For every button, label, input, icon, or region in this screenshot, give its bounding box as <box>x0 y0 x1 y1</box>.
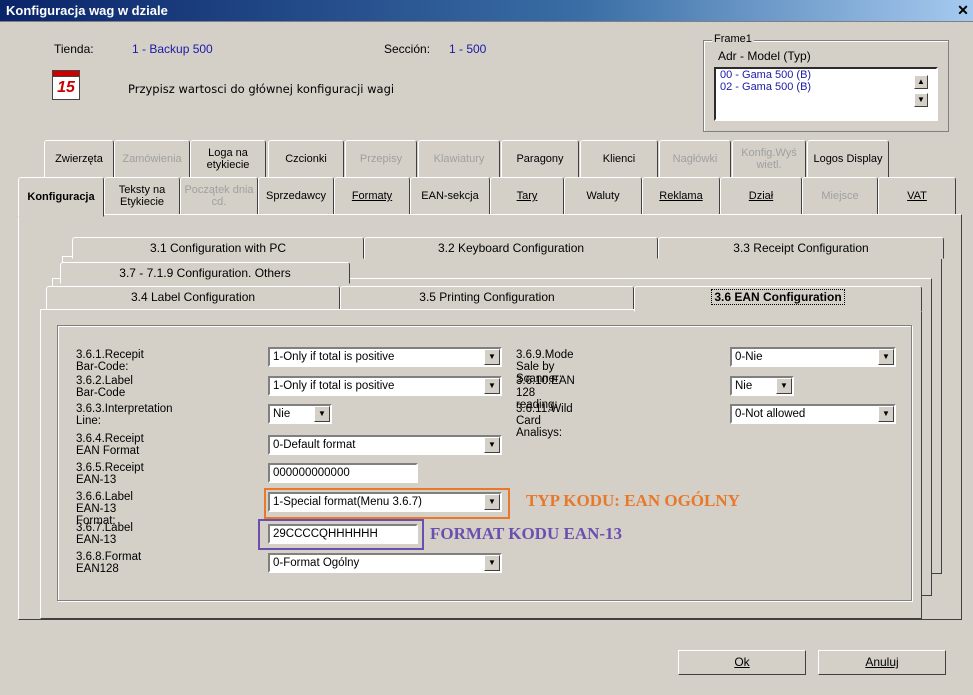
label-3-6-8: 3.6.8.Format EAN128 <box>76 551 142 575</box>
list-item[interactable]: 00 - Gama 500 (B) <box>716 69 936 81</box>
list-item[interactable]: 02 - Gama 500 (B) <box>716 81 936 93</box>
label-3-6-7: 3.6.7.Label EAN-13 <box>76 522 133 546</box>
tab-formaty[interactable]: Formaty <box>334 177 410 215</box>
seccion-value: 1 - 500 <box>449 42 487 56</box>
window-title: Konfiguracja wag w dziale <box>6 3 168 18</box>
tab-tary[interactable]: Tary <box>490 177 564 215</box>
tab-przepisy[interactable]: Przepisy <box>345 140 417 178</box>
tab-konfig-wyswietl[interactable]: Konfig.Wyś wietl. <box>732 140 806 178</box>
subtab-3-3[interactable]: 3.3 Receipt Configuration <box>658 237 944 259</box>
label-3-6-1: 3.6.1.Recepit Bar-Code: <box>76 349 144 373</box>
receipt-ean13-input[interactable]: 000000000000 <box>268 463 418 483</box>
tab-zwierzeta[interactable]: Zwierzęta <box>44 140 114 178</box>
interpretation-line-select[interactable]: Nie ▼ <box>268 404 332 424</box>
tab-ean-sekcja[interactable]: EAN-sekcja <box>410 177 490 215</box>
subtab-3-4[interactable]: 3.4 Label Configuration <box>46 286 340 310</box>
tab-zamowienia[interactable]: Zamówienia <box>114 140 190 178</box>
chevron-down-icon: ▼ <box>878 406 894 422</box>
window-titlebar: Konfiguracja wag w dziale ✕ <box>0 0 973 22</box>
tab-konfiguracja[interactable]: Konfiguracja <box>18 177 104 217</box>
mode-sale-scanner-select[interactable]: 0-Nie ▼ <box>730 347 896 367</box>
frame1-group: Frame1 Adr - Model (Typ) 00 - Gama 500 (… <box>703 33 949 132</box>
chevron-down-icon: ▼ <box>484 437 500 453</box>
scroll-up-icon[interactable]: ▲ <box>914 75 928 89</box>
chevron-down-icon: ▼ <box>484 555 500 571</box>
chevron-down-icon: ▼ <box>878 349 894 365</box>
tab-naglowki[interactable]: Nagłówki <box>659 140 731 178</box>
chevron-down-icon: ▼ <box>484 378 500 394</box>
receipt-ean-format-select[interactable]: 0-Default format ▼ <box>268 435 502 455</box>
close-icon[interactable]: ✕ <box>955 3 971 17</box>
tab-czcionki[interactable]: Czcionki <box>268 140 344 178</box>
chevron-down-icon: ▼ <box>776 378 792 394</box>
highlight-purple-box <box>258 519 424 550</box>
ok-button[interactable]: Ok <box>678 650 806 675</box>
label-3-6-11: 3.6.11.Wild Card Analisys: <box>516 403 573 439</box>
tab-klawiatury[interactable]: Klawiatury <box>418 140 500 178</box>
frame1-legend: Frame1 <box>712 33 754 45</box>
tab-reklama[interactable]: Reklama <box>642 177 720 215</box>
subtab-3-1[interactable]: 3.1 Configuration with PC <box>72 237 364 259</box>
tab-loga-na-etykiecie[interactable]: Loga na etykiecie <box>190 140 266 178</box>
annotation-typ-kodu: TYP KODU: EAN OGÓLNY <box>526 491 740 510</box>
subtab-3-7[interactable]: 3.7 - 7.1.9 Configuration. Others <box>60 262 350 284</box>
label-3-6-3: 3.6.3.Interpretation Line: <box>76 403 173 427</box>
chevron-down-icon: ▼ <box>484 349 500 365</box>
tab-miejsce[interactable]: Miejsce <box>802 177 878 215</box>
model-listbox[interactable]: 00 - Gama 500 (B) 02 - Gama 500 (B) ▲ ▼ <box>714 67 938 121</box>
tienda-value: 1 - Backup 500 <box>132 42 213 56</box>
seccion-label: Sección: <box>384 42 431 56</box>
tab-dzial[interactable]: Dział <box>720 177 802 215</box>
tab-logos-display[interactable]: Logos Display <box>807 140 889 178</box>
label-barcode-select[interactable]: 1-Only if total is positive ▼ <box>268 376 502 396</box>
receipt-barcode-select[interactable]: 1-Only if total is positive ▼ <box>268 347 502 367</box>
highlight-orange-box <box>264 488 510 519</box>
scroll-down-icon[interactable]: ▼ <box>914 93 928 107</box>
tab-klienci[interactable]: Klienci <box>580 140 658 178</box>
tab-vat[interactable]: VAT <box>878 177 956 215</box>
tienda-label: Tienda: <box>54 42 94 56</box>
wild-card-analysis-select[interactable]: 0-Not allowed ▼ <box>730 404 896 424</box>
tab-paragony[interactable]: Paragony <box>501 140 579 178</box>
frame1-subtitle: Adr - Model (Typ) <box>718 49 811 63</box>
ean128-reading-select[interactable]: Nie ▼ <box>730 376 794 396</box>
cancel-button[interactable]: Anuluj <box>818 650 946 675</box>
tab-waluty[interactable]: Waluty <box>564 177 642 215</box>
calendar-icon: 15 <box>52 70 80 100</box>
subtab-3-2[interactable]: 3.2 Keyboard Configuration <box>364 237 658 259</box>
chevron-down-icon: ▼ <box>314 406 330 422</box>
subtab-3-6[interactable]: 3.6 EAN Configuration <box>634 286 922 312</box>
label-3-6-5: 3.6.5.Receipt EAN-13 <box>76 462 144 486</box>
annotation-format-kodu: FORMAT KODU EAN-13 <box>430 524 623 543</box>
tab-poczatek-dnia[interactable]: Początek dnia cd. <box>180 177 258 215</box>
tab-sprzedawcy[interactable]: Sprzedawcy <box>258 177 334 215</box>
label-3-6-4: 3.6.4.Receipt EAN Format <box>76 433 144 457</box>
format-ean128-select[interactable]: 0-Format Ogólny ▼ <box>268 553 502 573</box>
config-hint: Przypisz wartosci do głównej konfiguracj… <box>128 82 395 96</box>
subtab-3-5[interactable]: 3.5 Printing Configuration <box>340 286 634 310</box>
tab-teksty-na-etykiecie[interactable]: Teksty na Etykiecie <box>104 177 180 215</box>
label-3-6-2: 3.6.2.Label Bar-Code <box>76 375 133 399</box>
